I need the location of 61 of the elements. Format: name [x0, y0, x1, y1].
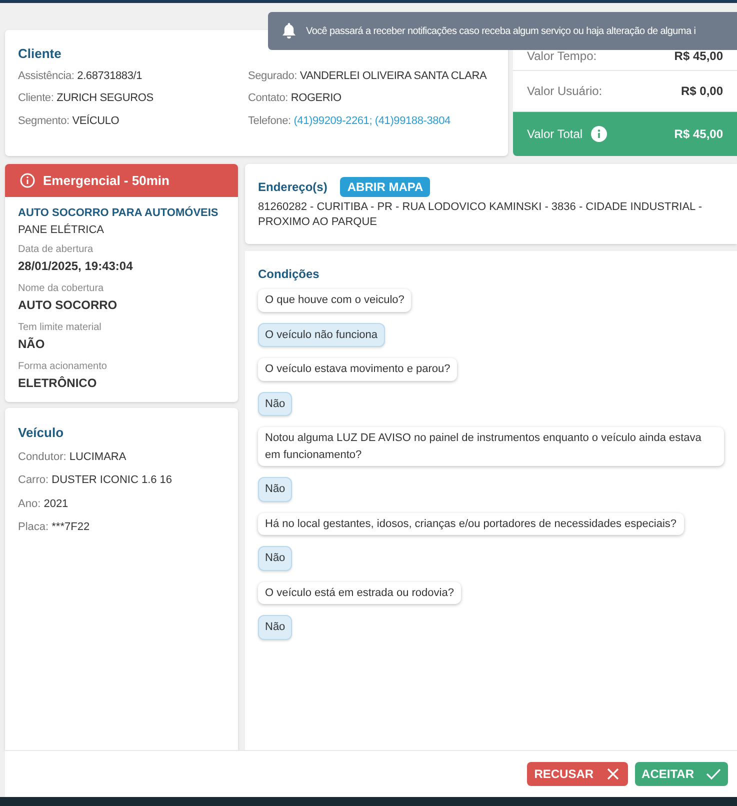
open-map-button[interactable]: ABRIR MAPA — [340, 177, 430, 197]
field-value: ZURICH SEGUROS — [56, 92, 154, 104]
question-bubble: Há no local gestantes, idosos, crianças e/ou portadores de necessidades especiais? — [258, 512, 684, 535]
bell-icon — [282, 23, 296, 39]
detail-label: Nome da cobertura — [18, 282, 105, 296]
urgency-text: Emergencial - 50min — [43, 172, 170, 190]
field-label: Cliente: — [18, 92, 54, 104]
service-subtitle: PANE ELÉTRICA — [18, 222, 105, 238]
section-title: Cliente — [18, 45, 62, 63]
field-value: DUSTER ICONIC 1.6 16 — [52, 474, 172, 486]
info-icon[interactable] — [590, 126, 607, 142]
field-label: Contato: — [248, 92, 288, 104]
field-value: 2.68731883/1 — [77, 70, 142, 82]
value-label: Valor Total — [527, 126, 583, 143]
detail-label: Tem limite material — [18, 321, 102, 335]
phone-link[interactable]: (41)99209-2261; (41)99188-3804 — [294, 114, 450, 126]
detail-label: Data de abertura — [18, 243, 94, 257]
answer-chip: Não — [258, 546, 292, 570]
close-icon — [606, 767, 621, 781]
detail-value: 28/01/2025, 19:43:04 — [18, 258, 134, 275]
field-value: ***7F22 — [52, 521, 90, 533]
question-bubble: O veículo está em estrada ou rodovia? — [258, 582, 461, 604]
field-value: VANDERLEI OLIVEIRA SANTA CLARA — [300, 70, 487, 82]
field-label: Carro: — [18, 474, 49, 486]
field-label: Assistência: — [18, 70, 74, 82]
section-title: Veículo — [18, 424, 65, 442]
value-label: Valor Usuário: — [527, 83, 602, 100]
answer-chip: Não — [258, 615, 292, 640]
question-bubble: Notou alguma LUZ DE AVISO no painel de instrumentos enquanto o veículo ainda estava em funcionamento? — [258, 427, 724, 466]
question-bubble: O que houve com o veiculo? — [258, 289, 412, 312]
question-bubble: O veículo estava movimento e parou? — [258, 358, 458, 380]
field-label: Segmento: — [18, 114, 70, 126]
section-title: Endereço(s) — [258, 179, 328, 196]
field-value: ROGERIO — [290, 92, 342, 104]
detail-value: AUTO SOCORRO — [18, 297, 118, 314]
field-label: Telefone: — [248, 114, 291, 126]
field-value: VEÍCULO — [72, 114, 120, 126]
service-title: AUTO SOCORRO PARA AUTOMÓVEIS — [18, 205, 220, 221]
refuse-button[interactable]: RECUSAR — [527, 762, 628, 786]
field-label: Segurado: — [248, 70, 297, 82]
accept-button[interactable]: ACEITAR — [634, 762, 728, 786]
field-value: LUCIMARA — [69, 450, 126, 462]
notification-text: Você passará a receber notificações caso receba algum serviço ou haja alteração de alguma i — [306, 24, 696, 38]
field-value: 2021 — [44, 498, 68, 510]
value-amount: R$ 45,00 — [674, 48, 723, 65]
info-icon — [20, 173, 35, 188]
field-label: Condutor: — [18, 450, 66, 462]
value-label: Valor Tempo: — [527, 48, 597, 65]
answer-chip: Não — [258, 392, 292, 416]
section-title: Condições — [258, 266, 320, 283]
check-icon — [706, 767, 721, 781]
detail-value: NÃO — [18, 336, 46, 353]
field-label: Placa: — [18, 521, 49, 533]
address-text: 81260282 - CURITIBA - PR - RUA LODOVICO KAMINSKI - 3836 - CIDADE INDUSTRIAL - PROXIMO AO PARQUE — [258, 200, 703, 230]
answer-chip: O veículo não funciona — [258, 322, 385, 347]
detail-value: ELETRÔNICO — [18, 375, 98, 392]
field-label: Ano: — [18, 498, 41, 510]
detail-label: Forma acionamento — [18, 360, 108, 374]
value-amount: R$ 0,00 — [680, 83, 723, 100]
answer-chip: Não — [258, 477, 292, 502]
value-amount: R$ 45,00 — [674, 126, 723, 143]
